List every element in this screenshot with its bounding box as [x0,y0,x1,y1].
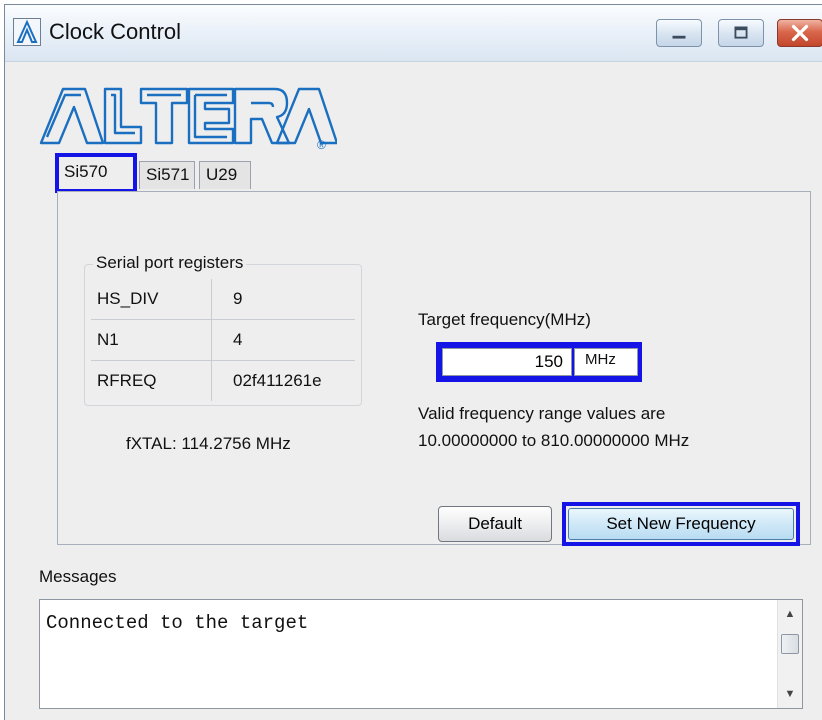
target-frequency-input[interactable] [442,348,572,376]
tab-si571[interactable]: Si571 [139,161,195,189]
logo-registered-mark: ® [317,138,326,152]
target-frequency-highlight: MHz [436,342,642,382]
valid-range-line-2: 10.00000000 to 810.00000000 MHz [418,431,690,450]
column-divider [211,279,212,319]
serial-port-registers-label: Serial port registers [93,253,247,273]
window-title: Clock Control [49,19,182,44]
register-value: 4 [233,330,243,349]
valid-range-line-1: Valid frequency range values are [418,404,666,423]
maximize-icon [734,26,748,39]
register-value: 02f411261e [233,371,322,390]
clock-control-window: Clock Control ® Si570 Si571 U29 Serial p… [4,4,822,720]
register-value: 9 [233,289,243,308]
scroll-down-icon[interactable]: ▼ [782,686,798,702]
close-icon [791,24,809,42]
set-new-frequency-button[interactable]: Set New Frequency [568,508,794,540]
target-frequency-label: Target frequency(MHz) [418,310,591,329]
fxtal-readout: fXTAL: 114.2756 MHz [126,434,291,453]
title-bar: Clock Control [5,5,822,62]
valid-range-text: Valid frequency range values are 10.0000… [418,400,689,454]
table-row: RFREQ 02f411261e [91,361,355,401]
close-button[interactable] [777,19,822,47]
scroll-up-icon[interactable]: ▲ [782,606,798,622]
frequency-unit-label: MHz [574,348,638,376]
altera-logo: ® [37,83,339,153]
register-name: RFREQ [97,371,157,390]
messages-scrollbar[interactable]: ▲ ▼ [777,600,802,708]
minimize-icon [672,35,686,39]
messages-textarea[interactable]: Connected to the target ▲ ▼ [39,599,803,709]
message-line: Connected to the target [46,612,309,634]
messages-label: Messages [39,567,117,586]
column-divider [211,320,212,360]
altera-app-icon [13,18,41,46]
register-name: N1 [97,330,119,349]
registers-table: HS_DIV 9 N1 4 RFREQ 02f411261e [91,279,355,401]
tab-si570[interactable]: Si570 [55,153,137,193]
table-row: HS_DIV 9 [91,279,355,320]
tab-u29[interactable]: U29 [199,161,251,189]
minimize-button[interactable] [656,19,702,47]
serial-port-registers-group: Serial port registers HS_DIV 9 N1 4 RFRE… [84,253,362,406]
column-divider [211,361,212,401]
table-row: N1 4 [91,320,355,361]
maximize-button[interactable] [718,19,764,47]
register-name: HS_DIV [97,289,159,308]
set-new-frequency-highlight: Set New Frequency [562,502,800,546]
si570-panel: Serial port registers HS_DIV 9 N1 4 RFRE… [57,191,811,546]
default-button[interactable]: Default [438,506,552,542]
scroll-thumb[interactable] [781,634,799,654]
